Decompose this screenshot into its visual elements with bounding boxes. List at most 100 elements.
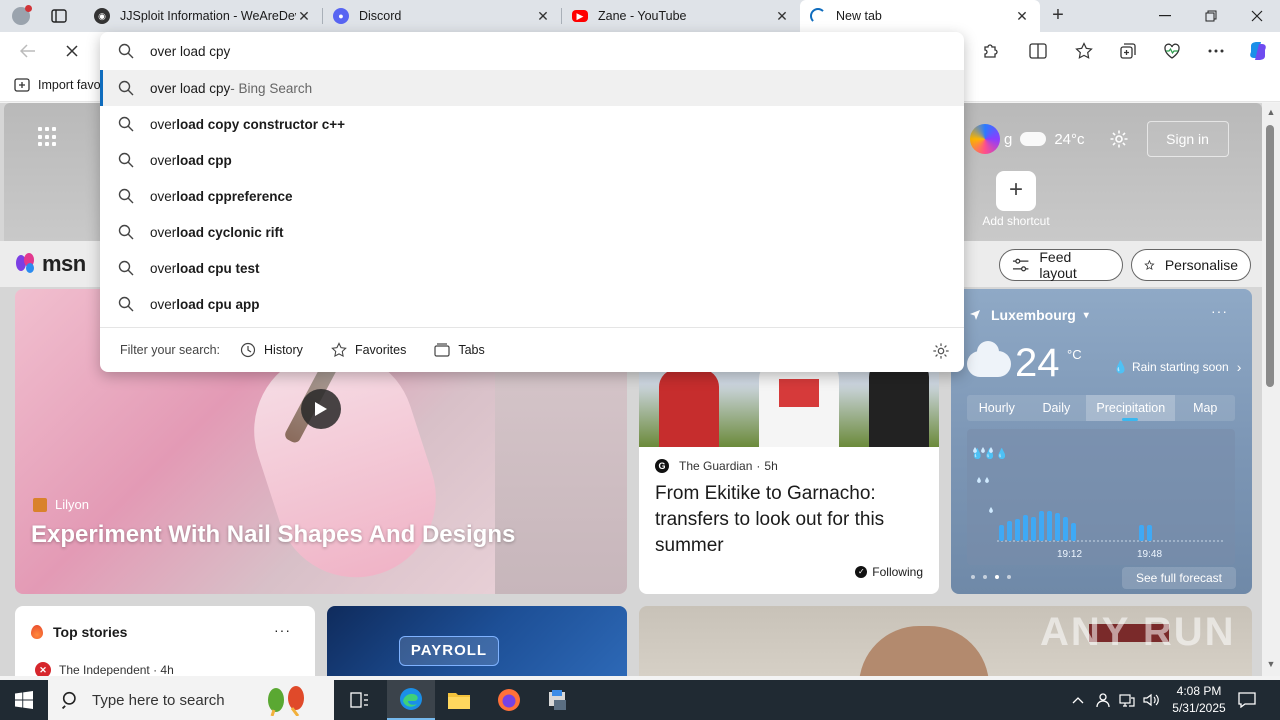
taskbar-edge[interactable] xyxy=(387,680,435,720)
taskbar-file-explorer[interactable] xyxy=(435,680,483,720)
tray-network[interactable] xyxy=(1116,680,1138,720)
suggestion-prefix: over xyxy=(150,152,177,168)
weather-tab-hourly[interactable]: Hourly xyxy=(967,395,1027,421)
extensions-button[interactable] xyxy=(976,37,1004,65)
task-view-button[interactable] xyxy=(336,680,384,720)
news-title[interactable]: From Ekitike to Garnacho: transfers to l… xyxy=(655,481,925,559)
more-options-icon[interactable]: ··· xyxy=(1211,303,1228,319)
suggestion-item[interactable]: over load cpp xyxy=(100,142,964,178)
filter-favorites[interactable]: Favorites xyxy=(331,342,406,358)
chevron-up-icon xyxy=(1072,697,1084,704)
parrots-illustration-icon xyxy=(268,686,304,716)
taskbar-app[interactable] xyxy=(534,680,582,720)
split-screen-button[interactable] xyxy=(1024,37,1052,65)
weather-tab-map[interactable]: Map xyxy=(1175,395,1235,421)
video-image-face xyxy=(859,626,989,676)
raindrop-icon: 💧 xyxy=(1113,360,1128,374)
weather-tab-daily[interactable]: Daily xyxy=(1027,395,1087,421)
taskbar-search-box[interactable]: Type here to search xyxy=(48,680,334,720)
tab-new-tab[interactable]: New tab ✕ xyxy=(800,0,1040,32)
address-bar-input[interactable]: over load cpy xyxy=(100,32,964,70)
tab-actions-button[interactable] xyxy=(48,6,70,26)
filter-history[interactable]: History xyxy=(240,342,303,358)
edge-icon xyxy=(400,688,422,710)
profile-button[interactable] xyxy=(8,4,34,28)
carousel-dots[interactable] xyxy=(971,575,1011,579)
suggestion-item[interactable]: over load copy constructor c++ xyxy=(100,106,964,142)
play-video-button[interactable] xyxy=(301,389,341,429)
top-stories-heading: Top stories xyxy=(31,624,127,640)
weather-location[interactable]: Luxembourg ▾ xyxy=(969,307,1089,323)
minimize-button[interactable] xyxy=(1142,0,1188,32)
tab-title: Zane - YouTube xyxy=(598,9,687,23)
rain-note: Rain starting soon xyxy=(1131,360,1229,374)
show-hidden-icons-button[interactable] xyxy=(1068,680,1088,720)
collections-button[interactable] xyxy=(1114,37,1142,65)
feed-layout-button[interactable]: Feed layout xyxy=(999,249,1123,281)
weather-mini[interactable]: 24°c xyxy=(1020,131,1085,148)
start-button[interactable] xyxy=(0,680,48,720)
weather-tab-precipitation[interactable]: Precipitation xyxy=(1086,395,1176,421)
suggestion-completion: load cpu app xyxy=(176,296,260,312)
puzzle-icon xyxy=(984,44,998,58)
tab-close-icon[interactable]: ✕ xyxy=(774,8,790,25)
tab-discord[interactable]: ● Discord ✕ xyxy=(323,0,561,32)
more-options-icon[interactable]: ··· xyxy=(274,622,291,638)
rain-alert[interactable]: 💧 Rain starting soon › xyxy=(1113,359,1241,375)
scroll-up-icon[interactable]: ▲ xyxy=(1266,107,1276,117)
hero-title[interactable]: Experiment With Nail Shapes And Designs xyxy=(31,521,515,549)
import-favorites-button[interactable]: Import favo xyxy=(14,78,101,92)
msn-logo[interactable]: msn xyxy=(16,251,86,277)
close-window-button[interactable] xyxy=(1234,0,1280,32)
suggestion-item[interactable]: over load cpu app xyxy=(100,286,964,322)
sliders-icon xyxy=(1012,258,1029,272)
copilot-logo-icon[interactable] xyxy=(970,124,1000,154)
restore-button[interactable] xyxy=(1188,0,1234,32)
scrollbar-thumb[interactable] xyxy=(1266,125,1274,387)
news-source-name: The Guardian xyxy=(679,459,753,473)
filter-tabs[interactable]: Tabs xyxy=(434,343,485,357)
following-badge[interactable]: ✓ Following xyxy=(855,565,923,579)
new-tab-button[interactable]: + xyxy=(1046,4,1070,28)
payroll-story-card[interactable]: PAYROLL xyxy=(327,606,627,676)
suggestion-item[interactable]: over load cpu test xyxy=(100,250,964,286)
tab-close-icon[interactable]: ✕ xyxy=(535,8,551,25)
page-scrollbar[interactable]: ▲ ▼ xyxy=(1262,103,1280,676)
play-icon xyxy=(315,402,327,416)
svg-text:💧💧💧: 💧💧💧 xyxy=(971,447,1008,460)
apps-launcher-icon[interactable] xyxy=(38,127,58,147)
search-icon xyxy=(118,116,134,132)
suggestion-item[interactable]: over load cppreference xyxy=(100,178,964,214)
following-label: Following xyxy=(872,565,923,579)
installer-app-icon xyxy=(549,690,566,710)
sign-in-button[interactable]: Sign in xyxy=(1146,121,1229,157)
see-full-forecast-button[interactable]: See full forecast xyxy=(1121,567,1236,589)
tab-youtube[interactable]: ▶ Zane - YouTube ✕ xyxy=(562,0,800,32)
settings-gear-icon[interactable] xyxy=(932,342,950,360)
stop-loading-button[interactable] xyxy=(58,37,86,65)
copilot-button[interactable] xyxy=(1244,37,1272,65)
tab-wearedevs[interactable]: ◉ JJSploit Information - WeAreDevs ✕ xyxy=(84,0,322,32)
hero-source-name: Lilyon xyxy=(55,497,89,512)
settings-gear-icon[interactable] xyxy=(1109,129,1129,149)
tab-close-icon[interactable]: ✕ xyxy=(1014,8,1030,25)
profile-avatar-icon xyxy=(12,5,32,25)
suggestion-prefix: over xyxy=(150,224,177,240)
settings-and-more-button[interactable] xyxy=(1202,37,1230,65)
tray-volume[interactable] xyxy=(1140,680,1162,720)
taskbar-clock[interactable]: 4:08 PM 5/31/2025 xyxy=(1160,683,1238,717)
filter-tabs-label: Tabs xyxy=(458,343,485,357)
notifications-button[interactable] xyxy=(1232,680,1262,720)
suggestion-item[interactable]: over load cyclonic rift xyxy=(100,214,964,250)
tray-security[interactable] xyxy=(1092,680,1114,720)
browser-essentials-button[interactable] xyxy=(1158,37,1186,65)
back-button[interactable] xyxy=(14,37,42,65)
add-shortcut-tile[interactable]: + Add shortcut xyxy=(978,171,1054,228)
search-icon xyxy=(62,691,76,709)
taskbar-firefox[interactable] xyxy=(485,680,533,720)
suggestion-item[interactable]: over load cpy - Bing Search xyxy=(100,70,964,106)
personalise-button[interactable]: Personalise xyxy=(1131,249,1251,281)
scroll-down-icon[interactable]: ▼ xyxy=(1266,659,1276,669)
tab-close-icon[interactable]: ✕ xyxy=(296,8,312,25)
favorites-button[interactable] xyxy=(1070,37,1098,65)
